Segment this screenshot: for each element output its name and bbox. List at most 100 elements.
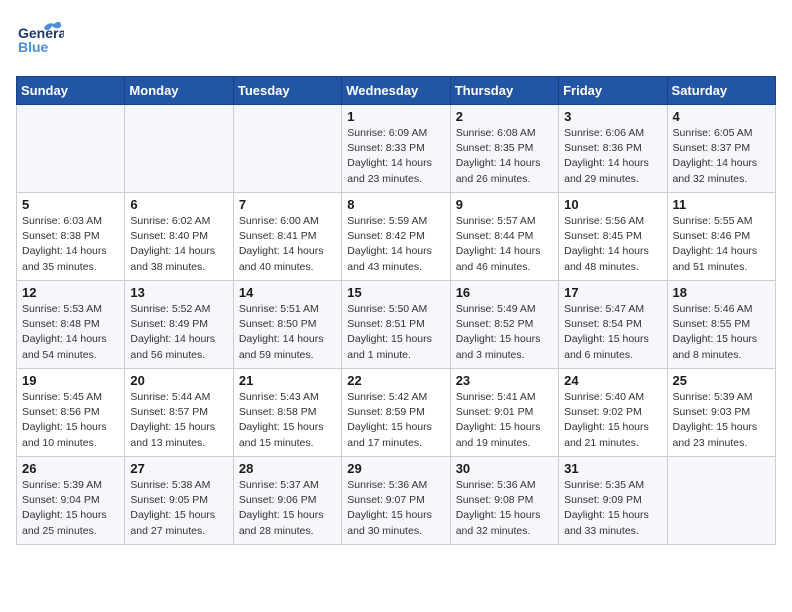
calendar-cell: 8 Sunrise: 5:59 AM Sunset: 8:42 PM Daylig… [342, 193, 450, 281]
calendar-cell: 23 Sunrise: 5:41 AM Sunset: 9:01 PM Dayli… [450, 369, 558, 457]
day-info: Sunrise: 5:52 AM Sunset: 8:49 PM Dayligh… [130, 302, 227, 363]
calendar-week-row: 1 Sunrise: 6:09 AM Sunset: 8:33 PM Daylig… [17, 105, 776, 193]
day-number: 27 [130, 461, 227, 476]
day-number: 1 [347, 109, 444, 124]
day-info: Sunrise: 5:37 AM Sunset: 9:06 PM Dayligh… [239, 478, 336, 539]
day-info: Sunrise: 5:57 AM Sunset: 8:44 PM Dayligh… [456, 214, 553, 275]
day-number: 18 [673, 285, 770, 300]
day-number: 12 [22, 285, 119, 300]
day-number: 6 [130, 197, 227, 212]
calendar-week-row: 5Sunrise: 6:03 AM Sunset: 8:38 PM Daylig… [17, 193, 776, 281]
day-number: 7 [239, 197, 336, 212]
day-number: 29 [347, 461, 444, 476]
day-info: Sunrise: 5:40 AM Sunset: 9:02 PM Dayligh… [564, 390, 661, 451]
day-info: Sunrise: 5:38 AM Sunset: 9:05 PM Dayligh… [130, 478, 227, 539]
calendar-cell: 11 Sunrise: 5:55 AM Sunset: 8:46 PM Dayli… [667, 193, 775, 281]
weekday-header-saturday: Saturday [667, 77, 775, 105]
day-number: 20 [130, 373, 227, 388]
day-number: 25 [673, 373, 770, 388]
day-number: 22 [347, 373, 444, 388]
day-info: Sunrise: 6:05 AM Sunset: 8:37 PM Dayligh… [673, 126, 770, 187]
calendar-cell: 24 Sunrise: 5:40 AM Sunset: 9:02 PM Dayli… [559, 369, 667, 457]
day-number: 2 [456, 109, 553, 124]
day-number: 11 [673, 197, 770, 212]
weekday-header-monday: Monday [125, 77, 233, 105]
calendar-header: SundayMondayTuesdayWednesdayThursdayFrid… [17, 77, 776, 105]
calendar-cell: 4Sunrise: 6:05 AM Sunset: 8:37 PM Daylig… [667, 105, 775, 193]
day-number: 23 [456, 373, 553, 388]
calendar-cell [667, 457, 775, 545]
day-number: 16 [456, 285, 553, 300]
day-info: Sunrise: 5:53 AM Sunset: 8:48 PM Dayligh… [22, 302, 119, 363]
calendar-cell: 7 Sunrise: 6:00 AM Sunset: 8:41 PM Daylig… [233, 193, 341, 281]
day-number: 19 [22, 373, 119, 388]
day-number: 24 [564, 373, 661, 388]
calendar-cell: 28 Sunrise: 5:37 AM Sunset: 9:06 PM Dayli… [233, 457, 341, 545]
day-info: Sunrise: 5:41 AM Sunset: 9:01 PM Dayligh… [456, 390, 553, 451]
day-info: Sunrise: 6:00 AM Sunset: 8:41 PM Dayligh… [239, 214, 336, 275]
day-info: Sunrise: 5:59 AM Sunset: 8:42 PM Dayligh… [347, 214, 444, 275]
day-info: Sunrise: 6:06 AM Sunset: 8:36 PM Dayligh… [564, 126, 661, 187]
day-info: Sunrise: 5:46 AM Sunset: 8:55 PM Dayligh… [673, 302, 770, 363]
calendar-cell: 15 Sunrise: 5:50 AM Sunset: 8:51 PM Dayli… [342, 281, 450, 369]
svg-text:Blue: Blue [18, 39, 49, 55]
calendar-cell [17, 105, 125, 193]
day-info: Sunrise: 6:09 AM Sunset: 8:33 PM Dayligh… [347, 126, 444, 187]
logo: General Blue [16, 16, 64, 64]
day-info: Sunrise: 5:51 AM Sunset: 8:50 PM Dayligh… [239, 302, 336, 363]
day-info: Sunrise: 5:50 AM Sunset: 8:51 PM Dayligh… [347, 302, 444, 363]
day-number: 28 [239, 461, 336, 476]
calendar-week-row: 19 Sunrise: 5:45 AM Sunset: 8:56 PM Dayli… [17, 369, 776, 457]
calendar-cell: 21Sunrise: 5:43 AM Sunset: 8:58 PM Dayli… [233, 369, 341, 457]
calendar-cell: 17 Sunrise: 5:47 AM Sunset: 8:54 PM Dayli… [559, 281, 667, 369]
logo-icon: General Blue [16, 16, 64, 64]
day-info: Sunrise: 5:42 AM Sunset: 8:59 PM Dayligh… [347, 390, 444, 451]
weekday-header-row: SundayMondayTuesdayWednesdayThursdayFrid… [17, 77, 776, 105]
weekday-header-thursday: Thursday [450, 77, 558, 105]
calendar-week-row: 26Sunrise: 5:39 AM Sunset: 9:04 PM Dayli… [17, 457, 776, 545]
calendar-cell: 10 Sunrise: 5:56 AM Sunset: 8:45 PM Dayli… [559, 193, 667, 281]
calendar-cell: 27 Sunrise: 5:38 AM Sunset: 9:05 PM Dayli… [125, 457, 233, 545]
weekday-header-tuesday: Tuesday [233, 77, 341, 105]
calendar-cell: 30Sunrise: 5:36 AM Sunset: 9:08 PM Dayli… [450, 457, 558, 545]
calendar-body: 1 Sunrise: 6:09 AM Sunset: 8:33 PM Daylig… [17, 105, 776, 545]
day-number: 8 [347, 197, 444, 212]
day-number: 10 [564, 197, 661, 212]
calendar-cell [233, 105, 341, 193]
day-info: Sunrise: 5:39 AM Sunset: 9:03 PM Dayligh… [673, 390, 770, 451]
calendar-cell: 26Sunrise: 5:39 AM Sunset: 9:04 PM Dayli… [17, 457, 125, 545]
weekday-header-friday: Friday [559, 77, 667, 105]
calendar-cell: 12 Sunrise: 5:53 AM Sunset: 8:48 PM Dayli… [17, 281, 125, 369]
calendar-table: SundayMondayTuesdayWednesdayThursdayFrid… [16, 76, 776, 545]
day-info: Sunrise: 5:35 AM Sunset: 9:09 PM Dayligh… [564, 478, 661, 539]
day-info: Sunrise: 5:39 AM Sunset: 9:04 PM Dayligh… [22, 478, 119, 539]
day-number: 31 [564, 461, 661, 476]
day-info: Sunrise: 5:56 AM Sunset: 8:45 PM Dayligh… [564, 214, 661, 275]
day-number: 3 [564, 109, 661, 124]
calendar-cell: 2Sunrise: 6:08 AM Sunset: 8:35 PM Daylig… [450, 105, 558, 193]
day-info: Sunrise: 6:02 AM Sunset: 8:40 PM Dayligh… [130, 214, 227, 275]
weekday-header-wednesday: Wednesday [342, 77, 450, 105]
day-info: Sunrise: 5:55 AM Sunset: 8:46 PM Dayligh… [673, 214, 770, 275]
day-info: Sunrise: 5:36 AM Sunset: 9:07 PM Dayligh… [347, 478, 444, 539]
calendar-cell: 20 Sunrise: 5:44 AM Sunset: 8:57 PM Dayli… [125, 369, 233, 457]
calendar-cell: 25 Sunrise: 5:39 AM Sunset: 9:03 PM Dayli… [667, 369, 775, 457]
day-number: 30 [456, 461, 553, 476]
calendar-cell: 9Sunrise: 5:57 AM Sunset: 8:44 PM Daylig… [450, 193, 558, 281]
day-number: 15 [347, 285, 444, 300]
day-info: Sunrise: 5:47 AM Sunset: 8:54 PM Dayligh… [564, 302, 661, 363]
day-info: Sunrise: 5:44 AM Sunset: 8:57 PM Dayligh… [130, 390, 227, 451]
calendar-cell: 3 Sunrise: 6:06 AM Sunset: 8:36 PM Daylig… [559, 105, 667, 193]
calendar-cell: 5Sunrise: 6:03 AM Sunset: 8:38 PM Daylig… [17, 193, 125, 281]
day-info: Sunrise: 5:45 AM Sunset: 8:56 PM Dayligh… [22, 390, 119, 451]
calendar-cell: 29 Sunrise: 5:36 AM Sunset: 9:07 PM Dayli… [342, 457, 450, 545]
calendar-cell: 18 Sunrise: 5:46 AM Sunset: 8:55 PM Dayli… [667, 281, 775, 369]
calendar-cell: 31 Sunrise: 5:35 AM Sunset: 9:09 PM Dayli… [559, 457, 667, 545]
day-number: 5 [22, 197, 119, 212]
calendar-cell: 16Sunrise: 5:49 AM Sunset: 8:52 PM Dayli… [450, 281, 558, 369]
calendar-cell: 6 Sunrise: 6:02 AM Sunset: 8:40 PM Daylig… [125, 193, 233, 281]
day-number: 17 [564, 285, 661, 300]
page-header: General Blue [16, 16, 776, 64]
calendar-cell: 19 Sunrise: 5:45 AM Sunset: 8:56 PM Dayli… [17, 369, 125, 457]
calendar-cell: 13Sunrise: 5:52 AM Sunset: 8:49 PM Dayli… [125, 281, 233, 369]
